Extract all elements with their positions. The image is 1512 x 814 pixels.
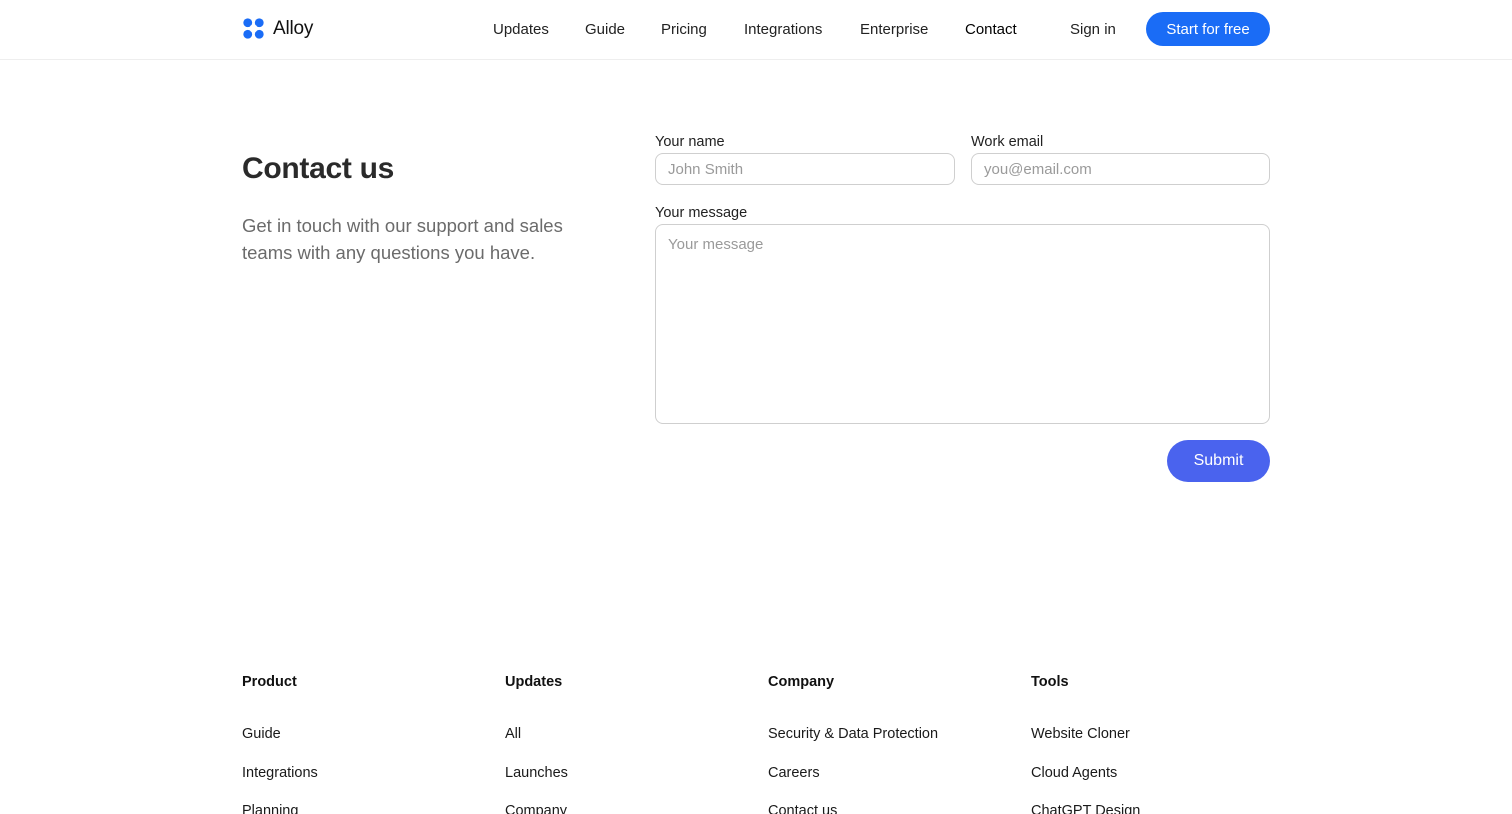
footer-link-planning[interactable]: Planning <box>242 801 318 814</box>
footer-link-careers[interactable]: Careers <box>768 763 938 783</box>
page-title: Contact us <box>242 152 395 185</box>
nav-link-guide[interactable]: Guide <box>585 20 625 40</box>
site-header: Alloy Updates Guide Pricing Integrations… <box>0 0 1512 60</box>
footer-link-contact-us[interactable]: Contact us <box>768 801 938 814</box>
nav-link-contact[interactable]: Contact <box>965 20 1017 40</box>
footer-heading: Product <box>242 674 297 690</box>
sign-in-link[interactable]: Sign in <box>1070 20 1116 40</box>
footer-column-company: Company Security & Data Protection Caree… <box>768 672 938 814</box>
footer-column-product: Product Guide Integrations Planning <box>242 672 318 814</box>
footer-heading: Updates <box>505 674 563 690</box>
footer-link-website-cloner[interactable]: Website Cloner <box>1031 724 1140 744</box>
submit-button[interactable]: Submit <box>1167 440 1270 482</box>
message-textarea[interactable] <box>655 224 1270 424</box>
nav-link-updates[interactable]: Updates <box>493 20 549 40</box>
footer-link-guide[interactable]: Guide <box>242 724 318 744</box>
footer-link-launches[interactable]: Launches <box>505 763 568 783</box>
message-field-label: Your message <box>655 205 748 221</box>
footer-heading: Tools <box>1031 674 1069 690</box>
name-input[interactable] <box>655 153 955 185</box>
footer-link-company-updates[interactable]: Company <box>505 801 568 814</box>
brand-logo-link[interactable]: Alloy <box>242 17 313 40</box>
footer-link-cloud-agents[interactable]: Cloud Agents <box>1031 763 1140 783</box>
footer-link-integrations[interactable]: Integrations <box>242 763 318 783</box>
nav-link-pricing[interactable]: Pricing <box>661 20 707 40</box>
email-field-label: Work email <box>971 134 1044 150</box>
footer-column-tools: Tools Website Cloner Cloud Agents ChatGP… <box>1031 672 1140 814</box>
footer-heading: Company <box>768 674 835 690</box>
alloy-logo-icon <box>243 18 264 39</box>
footer-link-chatgpt-design[interactable]: ChatGPT Design <box>1031 801 1140 814</box>
nav-link-enterprise[interactable]: Enterprise <box>860 20 928 40</box>
page-subtitle: Get in touch with our support and sales … <box>242 215 563 263</box>
footer-column-updates: Updates All Launches Company <box>505 672 568 814</box>
footer-link-all[interactable]: All <box>505 724 568 744</box>
brand-name: Alloy <box>273 17 314 39</box>
start-for-free-button[interactable]: Start for free <box>1146 12 1270 46</box>
footer-link-security[interactable]: Security & Data Protection <box>768 724 938 744</box>
name-field-label: Your name <box>655 134 725 150</box>
nav-link-integrations[interactable]: Integrations <box>744 20 822 40</box>
email-input[interactable] <box>971 153 1270 185</box>
